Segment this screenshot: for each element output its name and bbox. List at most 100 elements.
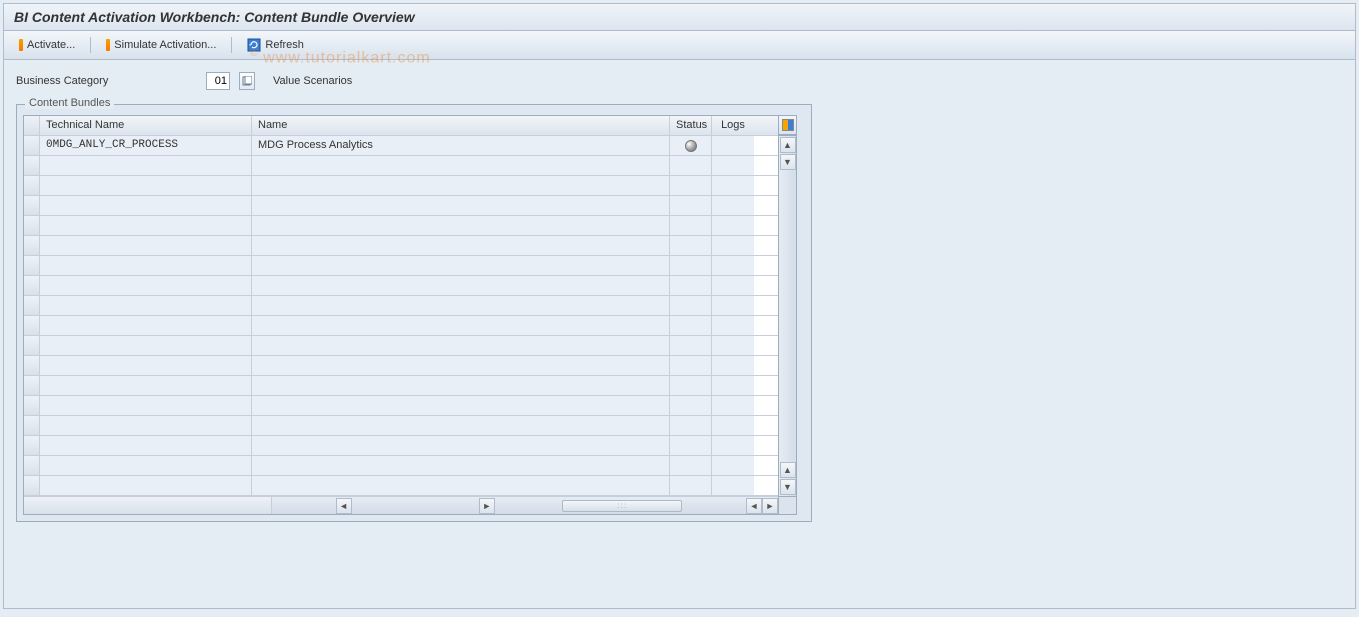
table-row[interactable] [24, 296, 778, 316]
row-selector[interactable] [24, 156, 40, 175]
cell-logs [712, 156, 754, 175]
row-selector[interactable] [24, 336, 40, 355]
cell-name [252, 316, 670, 335]
table-row[interactable] [24, 216, 778, 236]
table-row[interactable]: 0MDG_ANLY_CR_PROCESSMDG Process Analytic… [24, 136, 778, 156]
row-selector[interactable] [24, 296, 40, 315]
content-area: Business Category Value Scenarios Conten… [4, 60, 1355, 534]
table-row[interactable] [24, 436, 778, 456]
filter-row: Business Category Value Scenarios [16, 72, 1343, 90]
table-row[interactable] [24, 156, 778, 176]
cell-logs [712, 256, 754, 275]
select-all-corner[interactable] [24, 116, 40, 135]
row-selector[interactable] [24, 236, 40, 255]
cell-name [252, 176, 670, 195]
scroll-left-button[interactable]: ◄ [336, 498, 352, 514]
cell-name [252, 436, 670, 455]
table-row[interactable] [24, 396, 778, 416]
cell-status [670, 256, 712, 275]
horizontal-scrollbar[interactable]: ◄ ► ::: ◄ ► [272, 497, 778, 514]
table-row[interactable] [24, 336, 778, 356]
row-selector[interactable] [24, 276, 40, 295]
cell-name [252, 356, 670, 375]
cell-status [670, 236, 712, 255]
col-header-technical-name[interactable]: Technical Name [40, 116, 252, 135]
row-selector[interactable] [24, 396, 40, 415]
refresh-button[interactable]: Refresh [240, 35, 311, 55]
cell-technical-name [40, 256, 252, 275]
refresh-icon [247, 38, 261, 52]
cell-status [670, 356, 712, 375]
grid-body: 0MDG_ANLY_CR_PROCESSMDG Process Analytic… [24, 136, 778, 496]
row-selector[interactable] [24, 136, 40, 155]
cell-logs [712, 476, 754, 495]
table-row[interactable] [24, 276, 778, 296]
table-row[interactable] [24, 376, 778, 396]
table-row[interactable] [24, 316, 778, 336]
cell-name [252, 216, 670, 235]
cell-name [252, 196, 670, 215]
row-selector[interactable] [24, 176, 40, 195]
table-row[interactable] [24, 476, 778, 496]
row-selector[interactable] [24, 416, 40, 435]
row-selector[interactable] [24, 436, 40, 455]
cell-technical-name [40, 456, 252, 475]
scroll-down-inner-button[interactable]: ▼ [780, 154, 796, 170]
grid-settings-button[interactable] [779, 115, 797, 135]
cell-status [670, 156, 712, 175]
scroll-left-end-button[interactable]: ◄ [746, 498, 762, 514]
table-row[interactable] [24, 196, 778, 216]
cell-status [670, 216, 712, 235]
vertical-scrollbar[interactable]: ▲ ▼ ▲ ▼ [779, 135, 797, 497]
cell-technical-name [40, 216, 252, 235]
cell-technical-name [40, 376, 252, 395]
scroll-right-inner-button[interactable]: ► [479, 498, 495, 514]
cell-technical-name [40, 416, 252, 435]
table-row[interactable] [24, 176, 778, 196]
row-selector[interactable] [24, 256, 40, 275]
row-selector[interactable] [24, 216, 40, 235]
scroll-up-button[interactable]: ▲ [780, 137, 796, 153]
cell-logs [712, 296, 754, 315]
simulate-activation-button[interactable]: Simulate Activation... [99, 36, 223, 54]
table-row[interactable] [24, 416, 778, 436]
row-selector[interactable] [24, 456, 40, 475]
page-title: BI Content Activation Workbench: Content… [4, 4, 1355, 31]
business-category-label: Business Category [16, 75, 196, 87]
row-selector[interactable] [24, 376, 40, 395]
cell-name [252, 276, 670, 295]
table-row[interactable] [24, 456, 778, 476]
row-selector[interactable] [24, 316, 40, 335]
cell-name [252, 416, 670, 435]
cell-technical-name [40, 156, 252, 175]
cell-technical-name [40, 356, 252, 375]
cell-logs [712, 216, 754, 235]
scroll-right-button[interactable]: ► [762, 498, 778, 514]
cell-name [252, 156, 670, 175]
scroll-up-end-button[interactable]: ▲ [780, 462, 796, 478]
business-category-input[interactable] [206, 72, 230, 90]
table-row[interactable] [24, 256, 778, 276]
row-selector[interactable] [24, 356, 40, 375]
col-header-status[interactable]: Status [670, 116, 712, 135]
row-selector[interactable] [24, 476, 40, 495]
f4-help-button[interactable] [239, 72, 255, 90]
hscroll-thumb[interactable]: ::: [562, 500, 682, 512]
app-frame: BI Content Activation Workbench: Content… [3, 3, 1356, 609]
scroll-down-button[interactable]: ▼ [780, 479, 796, 495]
col-header-logs[interactable]: Logs [712, 116, 754, 135]
row-selector[interactable] [24, 196, 40, 215]
cell-logs [712, 416, 754, 435]
cell-technical-name [40, 276, 252, 295]
cell-name [252, 336, 670, 355]
cell-logs [712, 456, 754, 475]
table-row[interactable] [24, 236, 778, 256]
col-header-name[interactable]: Name [252, 116, 670, 135]
table-row[interactable] [24, 356, 778, 376]
cell-name [252, 476, 670, 495]
cell-logs [712, 276, 754, 295]
cell-logs [712, 196, 754, 215]
activate-button[interactable]: Activate... [12, 36, 82, 54]
status-inactive-icon [685, 140, 697, 152]
hscroll-spacer [24, 497, 272, 514]
